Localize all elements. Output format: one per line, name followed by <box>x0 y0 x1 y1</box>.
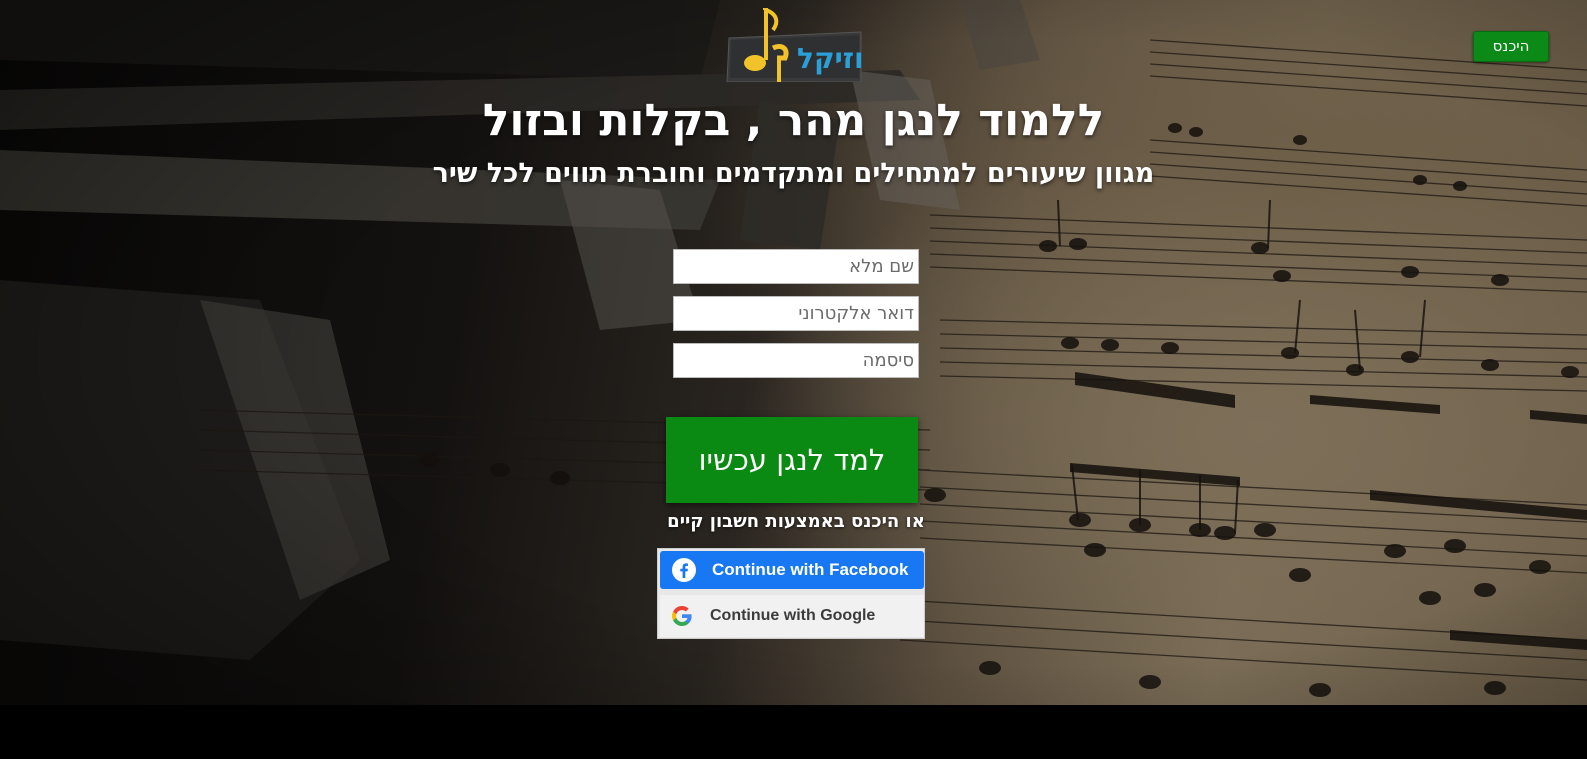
facebook-icon <box>672 558 696 582</box>
page-subtitle: מגוון שיעורים למתחילים ומתקדמים וחוברת ת… <box>432 158 1155 189</box>
signup-submit-button[interactable]: למד לנגן עכשיו <box>666 417 918 503</box>
site-logo[interactable]: מוזיקל <box>725 6 884 88</box>
existing-account-text: או היכנס באמצעות חשבון קיים <box>667 511 925 532</box>
email-field[interactable] <box>673 296 919 331</box>
google-icon <box>672 606 692 626</box>
social-login-panel: Continue with Facebook Continue with Goo… <box>657 548 925 639</box>
music-note-icon: מוזיקל <box>726 6 884 88</box>
google-login-button[interactable]: Continue with Google <box>660 595 924 637</box>
password-field[interactable] <box>673 343 919 378</box>
page-title: ללמוד לנגן מהר , בקלות ובזול <box>482 95 1105 146</box>
facebook-login-label: Continue with Facebook <box>712 560 909 579</box>
footer-bar <box>0 705 1587 759</box>
login-button[interactable]: היכנס <box>1473 31 1549 62</box>
facebook-login-button[interactable]: Continue with Facebook <box>660 551 924 589</box>
fullname-field[interactable] <box>673 249 919 284</box>
google-login-label: Continue with Google <box>710 607 876 624</box>
logo-text: מוזיקל <box>797 42 865 75</box>
